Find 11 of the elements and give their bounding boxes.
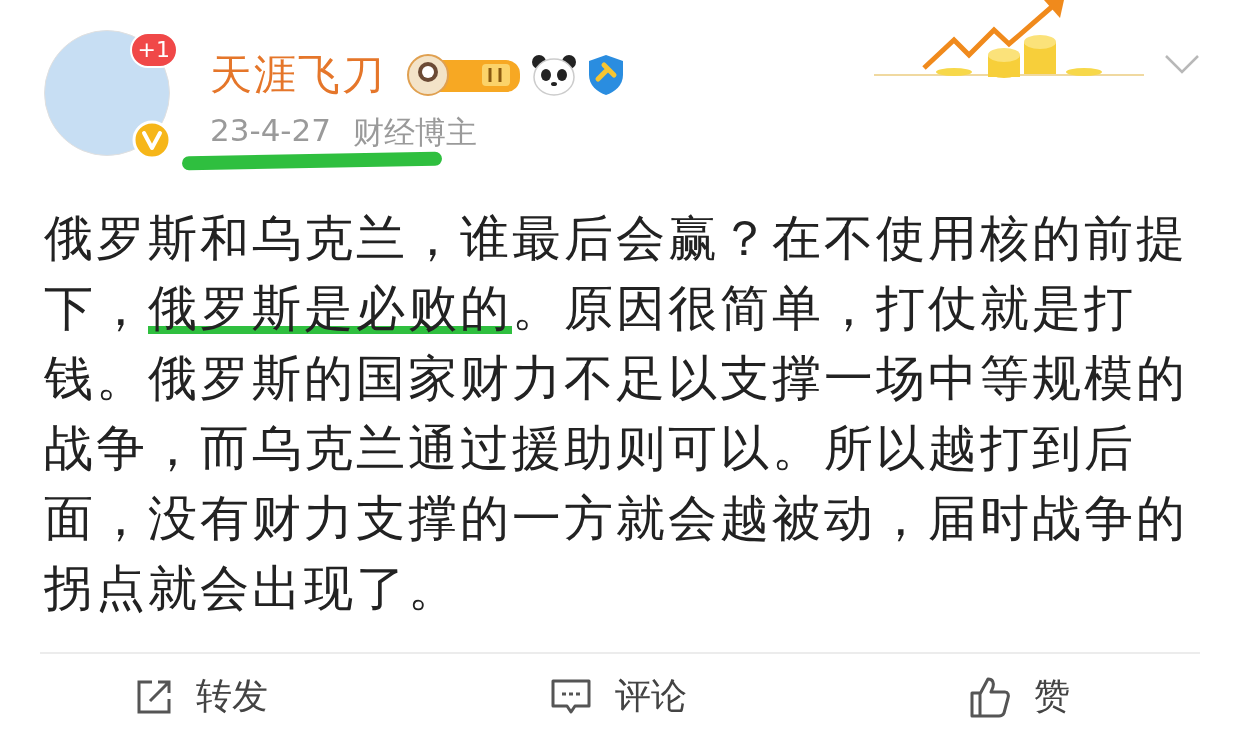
- post-date: 23-4-27: [210, 112, 331, 150]
- comment-button[interactable]: 评论: [549, 672, 687, 721]
- repost-button[interactable]: 转发: [134, 672, 268, 721]
- post-text: 俄罗斯和乌克兰，谁最后会赢？在不使用核的前提下，俄罗斯是必败的。原因很简单，打仗就是打钱。俄罗斯的国家财力不足以支撑一场中等规模的战争，而乌克兰通过援助则可以。所以越打到后面，没有财力支撑的一方就会越被动，届时战争的拐点就会出现了。: [44, 209, 1189, 619]
- panda-icon: [530, 53, 578, 97]
- shield-gavel-icon: [586, 53, 626, 97]
- notification-badge: +1: [129, 32, 178, 68]
- like-button[interactable]: 赞: [968, 672, 1070, 721]
- chevron-down-icon[interactable]: [1164, 54, 1200, 74]
- author-tag: 财经博主: [353, 112, 477, 154]
- astronaut-level-badge-icon: [404, 52, 522, 98]
